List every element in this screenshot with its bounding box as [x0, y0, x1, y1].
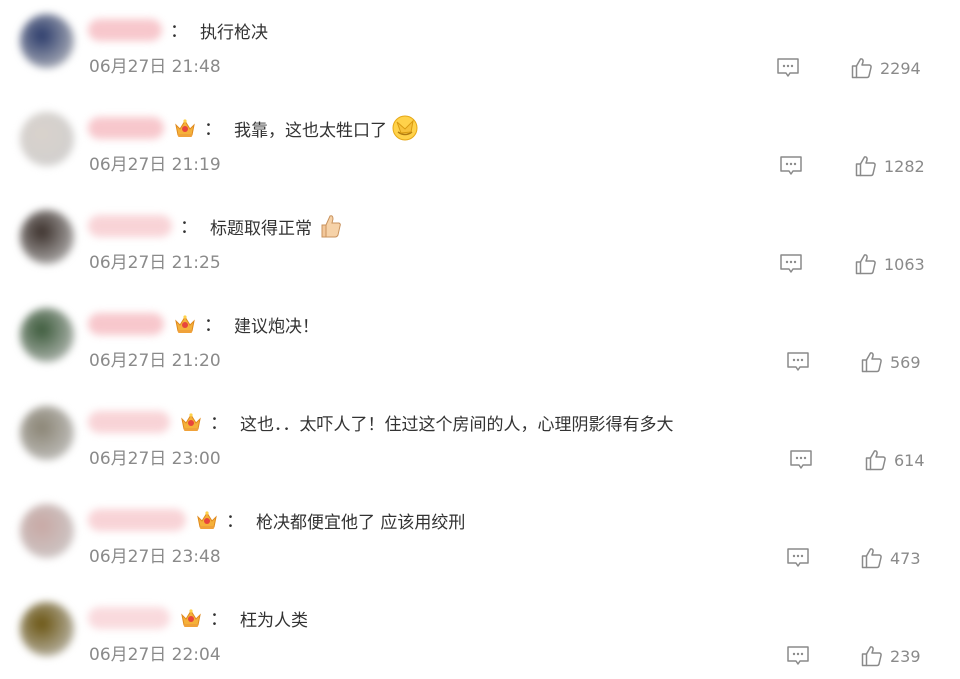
username[interactable] — [88, 509, 186, 531]
comment-text: 这也．．太吓人了！住过这个房间的人，心理阴影得有多大 — [240, 414, 674, 435]
comment-text: 执行枪决 — [200, 22, 268, 43]
comment-item: ： 这也．．太吓人了！住过这个房间的人，心理阴影得有多大 06月27日 23:00 6… — [0, 392, 960, 490]
avatar[interactable] — [20, 210, 74, 264]
comment-header: ： 枉为人类 — [88, 604, 308, 632]
member-crown-icon — [180, 607, 202, 629]
comment-header: ： 这也．．太吓人了！住过这个房间的人，心理阴影得有多大 — [88, 408, 674, 436]
member-crown-icon — [180, 411, 202, 433]
like-count: 473 — [890, 549, 921, 568]
member-crown-icon — [196, 509, 218, 531]
separator-colon: ： — [170, 21, 188, 42]
comment-timestamp: 06月27日 21:20 — [89, 351, 221, 371]
avatar[interactable] — [20, 308, 74, 362]
comment-timestamp: 06月27日 23:00 — [89, 449, 221, 469]
member-crown-icon — [174, 117, 196, 139]
comment-reply-icon[interactable] — [786, 547, 810, 569]
comment-item: ： 枉为人类 06月27日 22:04 239 — [0, 588, 960, 679]
thumbs-up-like-icon[interactable] — [851, 57, 873, 79]
comment-reply-icon[interactable] — [786, 351, 810, 373]
comment-timestamp: 06月27日 22:04 — [89, 645, 221, 665]
thumbs-up-like-icon[interactable] — [865, 449, 887, 471]
like-count: 1282 — [884, 157, 925, 176]
username[interactable] — [88, 19, 162, 41]
comment-reply-icon[interactable] — [776, 57, 800, 79]
comment-text: 建议炮决！ — [234, 316, 319, 337]
avatar[interactable] — [20, 504, 74, 558]
comment-timestamp: 06月27日 21:25 — [89, 253, 221, 273]
comment-header: ： 我靠，这也太牲口了 — [88, 114, 419, 142]
username[interactable] — [88, 215, 172, 237]
comment-timestamp: 06月27日 21:48 — [89, 57, 221, 77]
member-crown-icon — [174, 313, 196, 335]
thumbs-up-like-icon[interactable] — [855, 253, 877, 275]
username[interactable] — [88, 117, 164, 139]
like-count: 239 — [890, 647, 921, 666]
comment-item: ： 建议炮决！ 06月27日 21:20 569 — [0, 294, 960, 392]
comment-item: ： 我靠，这也太牲口了 06月27日 21:19 1282 — [0, 98, 960, 196]
like-count: 614 — [894, 451, 925, 470]
separator-colon: ： — [226, 511, 244, 532]
avatar[interactable] — [20, 406, 74, 460]
comment-header: ： 枪决都便宜他了 应该用绞刑 — [88, 506, 465, 534]
comment-header: ： 执行枪决 — [88, 16, 268, 44]
comment-timestamp: 06月27日 21:19 — [89, 155, 221, 175]
comment-header: ： 标题取得正常 — [88, 212, 344, 240]
separator-colon: ： — [204, 315, 222, 336]
like-count: 2294 — [880, 59, 921, 78]
username[interactable] — [88, 313, 164, 335]
thumbs-up-like-icon[interactable] — [861, 547, 883, 569]
separator-colon: ： — [204, 119, 222, 140]
comment-item: ： 执行枪决 06月27日 21:48 2294 — [0, 0, 960, 98]
comment-item: ： 枪决都便宜他了 应该用绞刑 06月27日 23:48 473 — [0, 490, 960, 588]
like-count: 569 — [890, 353, 921, 372]
comment-reply-icon[interactable] — [786, 645, 810, 667]
comment-reply-icon[interactable] — [779, 155, 803, 177]
username[interactable] — [88, 607, 170, 629]
thumbs-up-emoji-icon — [316, 212, 344, 240]
separator-colon: ： — [180, 217, 198, 238]
comment-text: 标题取得正常 — [210, 218, 312, 239]
thumbs-up-like-icon[interactable] — [861, 351, 883, 373]
comment-reply-icon[interactable] — [789, 449, 813, 471]
avatar[interactable] — [20, 602, 74, 656]
username[interactable] — [88, 411, 170, 433]
avatar[interactable] — [20, 112, 74, 166]
like-count: 1063 — [884, 255, 925, 274]
facepalm-emoji-icon — [391, 114, 419, 142]
comment-reply-icon[interactable] — [779, 253, 803, 275]
comment-text: 枉为人类 — [240, 610, 308, 631]
comment-item: ： 标题取得正常 06月27日 21:25 1063 — [0, 196, 960, 294]
thumbs-up-like-icon[interactable] — [855, 155, 877, 177]
separator-colon: ： — [210, 413, 228, 434]
separator-colon: ： — [210, 609, 228, 630]
comment-list: ： 执行枪决 06月27日 21:48 2294 ： 我靠，这也太牲口了 06月27日 21… — [0, 0, 960, 679]
comment-text: 枪决都便宜他了 应该用绞刑 — [256, 512, 466, 533]
thumbs-up-like-icon[interactable] — [861, 645, 883, 667]
comment-timestamp: 06月27日 23:48 — [89, 547, 221, 567]
comment-header: ： 建议炮决！ — [88, 310, 319, 338]
comment-text: 我靠，这也太牲口了 — [234, 120, 387, 141]
avatar[interactable] — [20, 14, 74, 68]
